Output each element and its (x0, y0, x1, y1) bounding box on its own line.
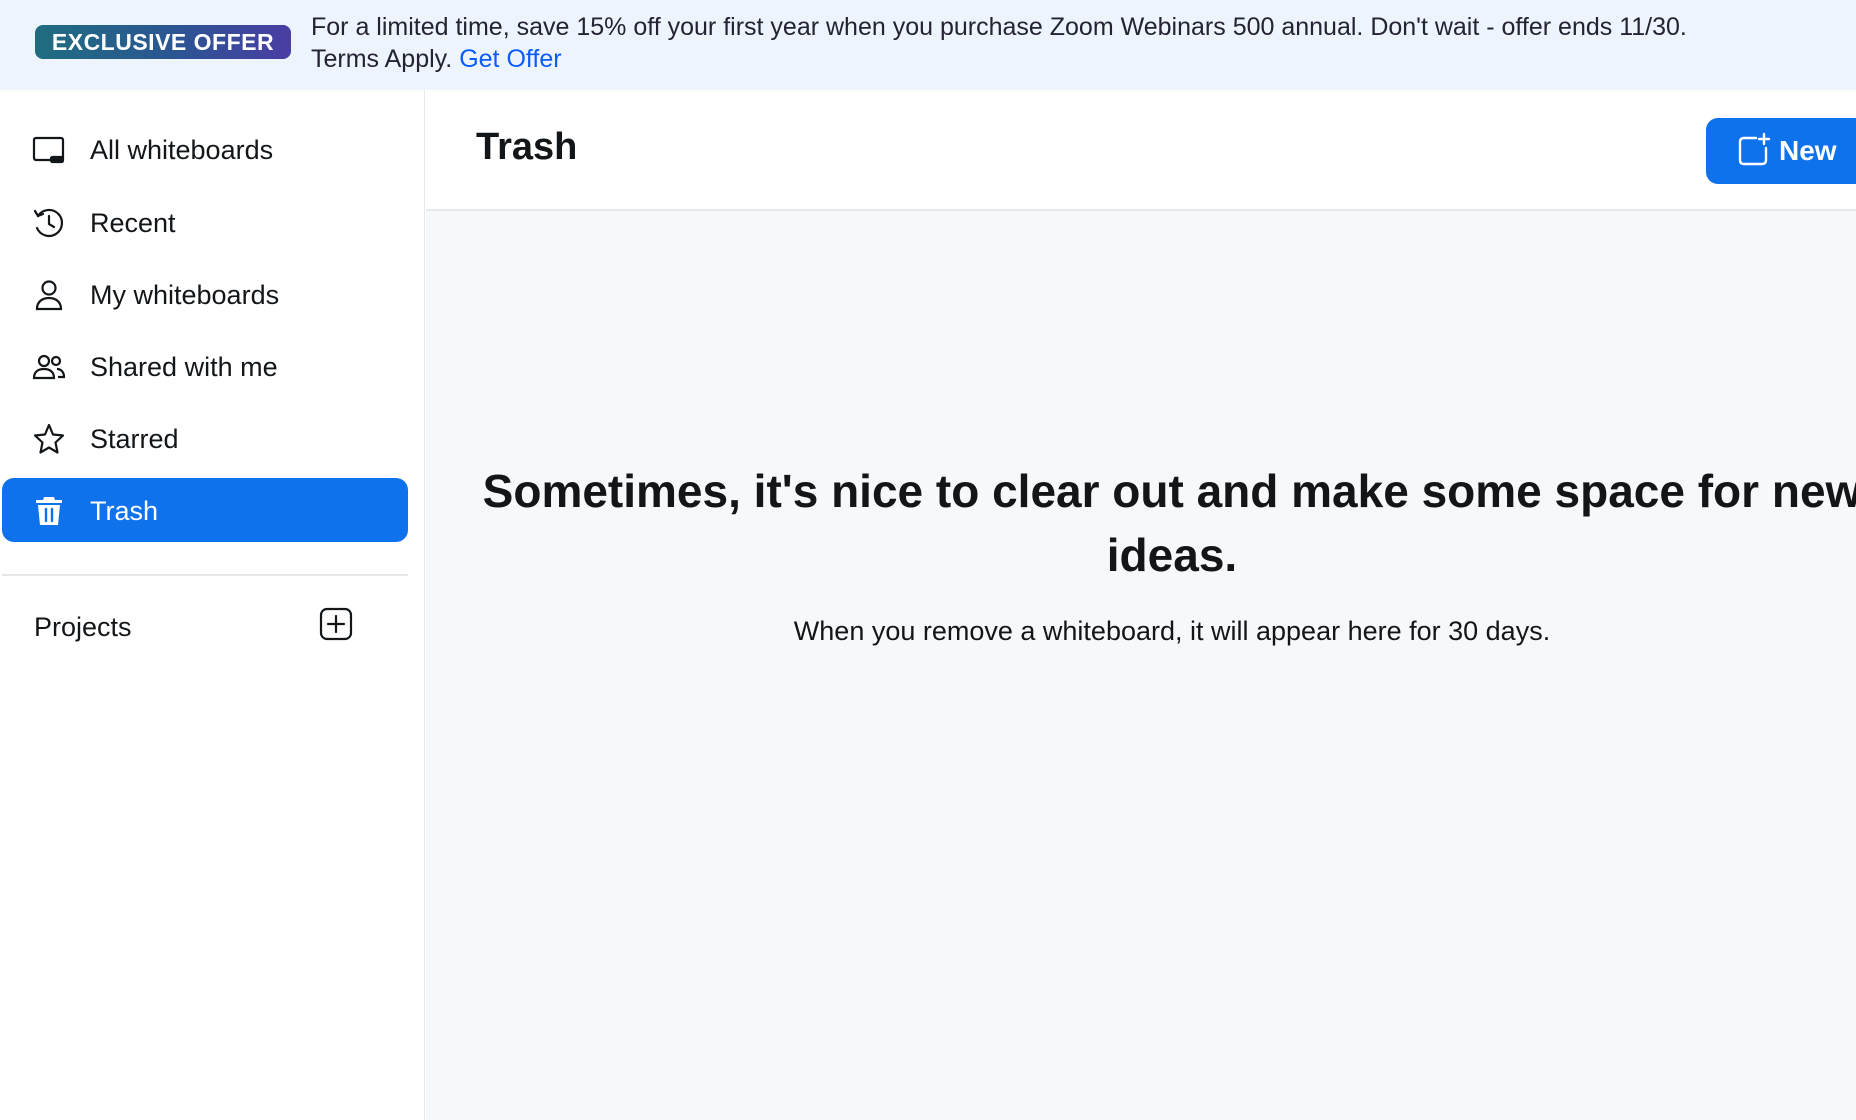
sidebar-item-trash[interactable]: Trash (2, 478, 408, 542)
exclusive-offer-badge: EXCLUSIVE OFFER (35, 25, 291, 59)
sidebar-item-label: Recent (90, 208, 176, 238)
sidebar-item-label: Shared with me (90, 352, 278, 382)
promo-message: For a limited time, save 15% off your fi… (311, 11, 1841, 75)
add-project-button[interactable] (318, 607, 354, 646)
sidebar-divider (2, 574, 408, 576)
new-whiteboard-button[interactable]: New (1706, 118, 1856, 184)
empty-state-title-line1: Sometimes, it's nice to clear out and ma… (482, 465, 1856, 517)
new-whiteboard-icon (1736, 132, 1772, 168)
promo-banner: EXCLUSIVE OFFER For a limited time, save… (0, 0, 1856, 90)
promo-message-line2: Terms Apply. (311, 45, 453, 73)
sidebar-item-all-whiteboards[interactable]: All whiteboards (2, 117, 408, 181)
plus-square-icon (319, 607, 353, 646)
promo-message-line1: For a limited time, save 15% off your fi… (311, 13, 1687, 41)
trash-icon (32, 494, 66, 528)
sidebar-item-my-whiteboards[interactable]: My whiteboards (2, 262, 408, 326)
person-icon (32, 278, 66, 312)
sidebar-item-label: My whiteboards (90, 280, 280, 310)
new-button-label: New (1779, 135, 1837, 166)
people-icon (32, 350, 66, 384)
whiteboard-icon (32, 133, 66, 167)
main-content: Sometimes, it's nice to clear out and ma… (426, 211, 1856, 1120)
sidebar-item-starred[interactable]: Starred (2, 406, 408, 470)
sidebar-item-recent[interactable]: Recent (2, 190, 408, 254)
sidebar: All whiteboards Recent My whiteboards Sh… (0, 90, 425, 1120)
projects-label: Projects (34, 612, 132, 642)
star-icon (32, 422, 66, 456)
page-header: Trash New (426, 90, 1856, 211)
page-title: Trash (476, 126, 578, 168)
sidebar-item-label: Starred (90, 424, 179, 454)
empty-state-title-line2: ideas. (1106, 529, 1238, 581)
sidebar-item-label: Trash (90, 496, 159, 526)
get-offer-link[interactable]: Get Offer (459, 45, 561, 73)
sidebar-item-label: All whiteboards (90, 135, 274, 165)
sidebar-item-shared-with-me[interactable]: Shared with me (2, 334, 408, 398)
empty-state-title: Sometimes, it's nice to clear out and ma… (426, 459, 1856, 587)
empty-state-subtitle: When you remove a whiteboard, it will ap… (793, 616, 1551, 646)
clock-icon (32, 206, 66, 240)
